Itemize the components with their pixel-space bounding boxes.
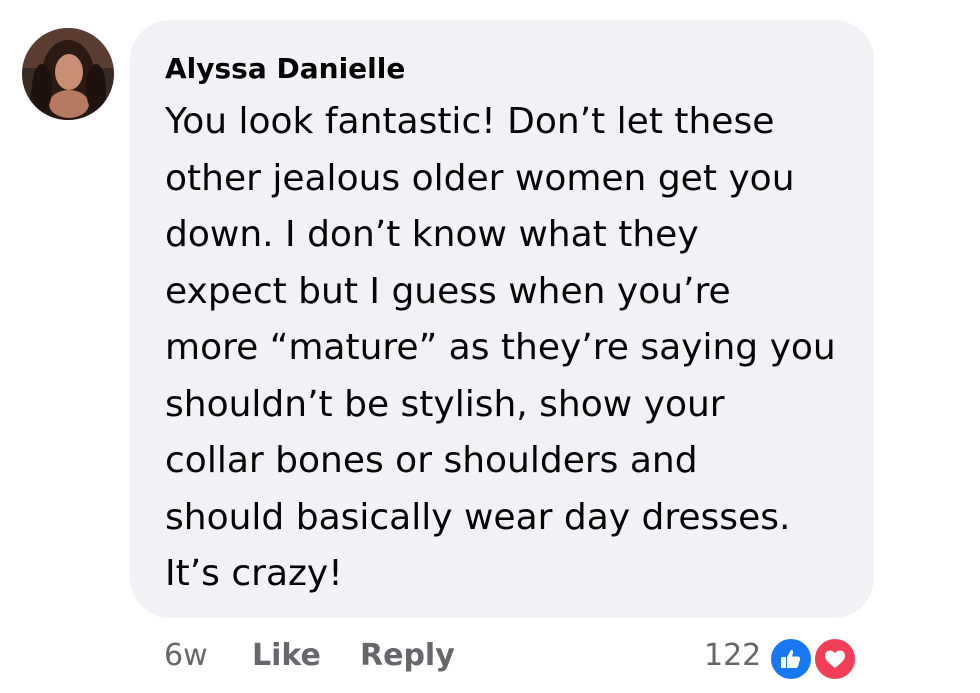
comment-timestamp[interactable]: 6w <box>164 636 208 676</box>
comment-text: You look fantastic! Don’t let these othe… <box>165 101 836 594</box>
like-button[interactable]: Like <box>252 636 321 676</box>
love-reaction-icon <box>812 636 858 682</box>
reaction-count: 122 <box>704 638 762 673</box>
reactions-summary[interactable]: 122 <box>704 636 874 682</box>
like-reaction-icon <box>768 636 814 682</box>
reply-button[interactable]: Reply <box>360 636 455 676</box>
comment-actions: 6w Like Reply 122 <box>0 636 980 682</box>
comment-bubble: Alyssa Danielle You look fantastic! Don’… <box>130 20 874 618</box>
avatar[interactable] <box>22 28 114 120</box>
author-name[interactable]: Alyssa Danielle <box>165 51 405 87</box>
profile-photo-icon <box>22 28 114 120</box>
